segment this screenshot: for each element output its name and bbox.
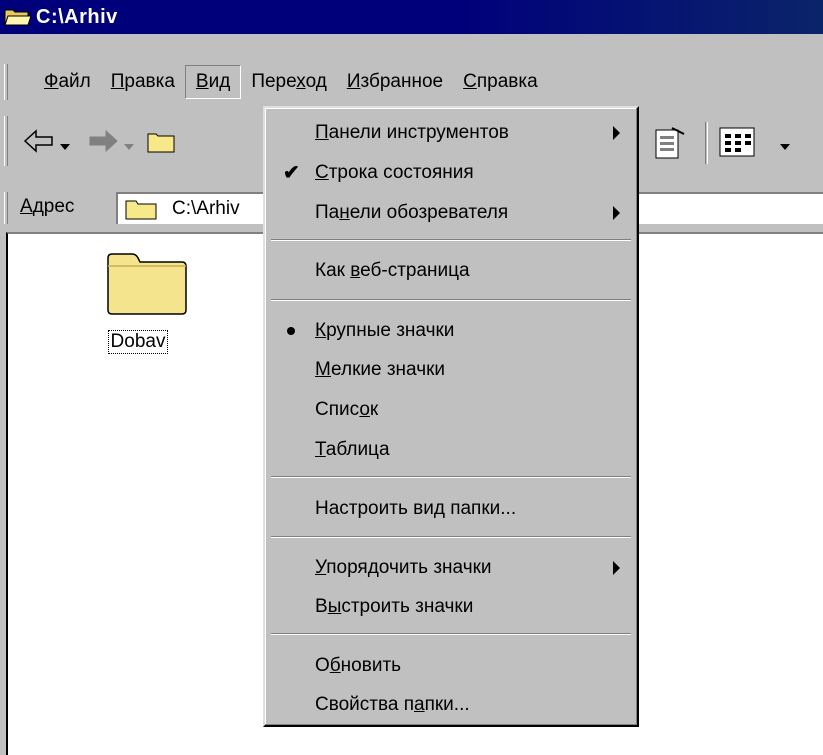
submenu-arrow-icon <box>613 206 620 220</box>
submenu-arrow-icon <box>613 126 620 140</box>
menu-item-label: Панели обозревателя <box>315 202 509 223</box>
menu-item-label: Панели инструментов <box>315 122 509 143</box>
menu-bar: Файл Правка Вид Переход Избранное Справк… <box>0 62 823 102</box>
folder-item[interactable]: Dobav <box>78 250 198 354</box>
menu-favorites-label: Избранное <box>346 71 444 92</box>
menu-go[interactable]: Переход <box>241 65 337 99</box>
menu-item-label: Таблица <box>315 439 390 460</box>
menu-item-refresh[interactable]: Обновить <box>265 651 637 681</box>
menu-item-label: Список <box>315 399 379 420</box>
up-folder-icon[interactable] <box>144 126 184 162</box>
title-bar[interactable]: C:\Arhiv <box>0 0 823 34</box>
menu-item-status-bar[interactable]: ✔ Строка состояния <box>265 158 637 188</box>
menu-item-label: Обновить <box>315 655 402 676</box>
menu-item-large-icons[interactable]: Крупные значки <box>265 316 637 346</box>
menu-separator <box>271 299 631 301</box>
menu-item-as-web-page[interactable]: Как веб-страница <box>265 256 637 286</box>
checkmark-icon: ✔ <box>283 162 300 184</box>
menu-favorites[interactable]: Избранное <box>337 65 453 99</box>
folder-label: Dobav <box>107 330 169 354</box>
explorer-window: C:\Arhiv Файл Правка Вид Переход Избранн… <box>0 0 823 755</box>
address-label: Адрес <box>20 196 75 217</box>
forward-icon[interactable] <box>86 126 120 162</box>
properties-icon[interactable] <box>650 126 686 166</box>
menu-item-label: Как веб-страница <box>315 260 470 281</box>
menu-file[interactable]: Файл <box>34 65 101 99</box>
menu-item-label: Строка состояния <box>315 162 474 183</box>
toolbar-grip[interactable] <box>4 116 8 166</box>
radio-bullet-icon <box>287 327 295 335</box>
menu-view-label: Вид <box>195 71 231 92</box>
menu-separator <box>271 239 631 241</box>
menu-item-small-icons[interactable]: Мелкие значки <box>265 355 637 385</box>
menu-item-line-up-icons[interactable]: Выстроить значки <box>265 592 637 622</box>
menu-separator <box>271 633 631 635</box>
addressbar-grip[interactable] <box>4 192 8 224</box>
forward-dropdown-icon[interactable] <box>124 136 134 158</box>
back-icon[interactable] <box>22 126 56 162</box>
menu-item-toolbars[interactable]: Панели инструментов <box>265 118 637 148</box>
menu-item-details[interactable]: Таблица <box>265 435 637 465</box>
menu-item-label: Свойства папки... <box>315 694 470 715</box>
open-folder-icon <box>4 6 32 28</box>
menu-file-label: Файл <box>44 71 91 92</box>
menu-item-label: Упорядочить значки <box>315 557 492 578</box>
back-dropdown-icon[interactable] <box>60 136 70 158</box>
menu-item-label: Крупные значки <box>315 320 455 341</box>
view-dropdown-icon[interactable] <box>780 136 790 158</box>
view-options-icon[interactable] <box>718 126 758 164</box>
menu-help[interactable]: Справка <box>453 65 548 99</box>
view-menu-dropdown: Панели инструментов ✔ Строка состояния П… <box>263 106 639 727</box>
toolbar-separator <box>705 122 708 164</box>
submenu-arrow-icon <box>613 561 620 575</box>
window-title: C:\Arhiv <box>36 5 118 28</box>
menu-separator <box>271 476 631 478</box>
menu-view[interactable]: Вид <box>184 65 242 99</box>
menubar-grip[interactable] <box>4 64 8 100</box>
menu-item-explorer-bars[interactable]: Панели обозревателя <box>265 198 637 228</box>
menu-item-label: Настроить вид папки... <box>315 498 517 519</box>
menu-go-label: Переход <box>251 71 327 92</box>
menu-item-label: Мелкие значки <box>315 359 446 380</box>
menu-separator <box>271 536 631 538</box>
menu-item-list[interactable]: Список <box>265 395 637 425</box>
address-value: C:\Arhiv <box>172 198 240 219</box>
menu-edit-label: Правка <box>110 71 175 92</box>
menu-edit[interactable]: Правка <box>101 65 185 99</box>
menu-help-label: Справка <box>463 71 538 92</box>
menu-item-customize-folder[interactable]: Настроить вид папки... <box>265 494 637 524</box>
menu-item-folder-options[interactable]: Свойства папки... <box>265 690 637 720</box>
menu-item-arrange-icons[interactable]: Упорядочить значки <box>265 553 637 583</box>
menu-item-label: Выстроить значки <box>315 596 474 617</box>
folder-icon <box>95 250 198 322</box>
folder-icon <box>124 197 160 227</box>
